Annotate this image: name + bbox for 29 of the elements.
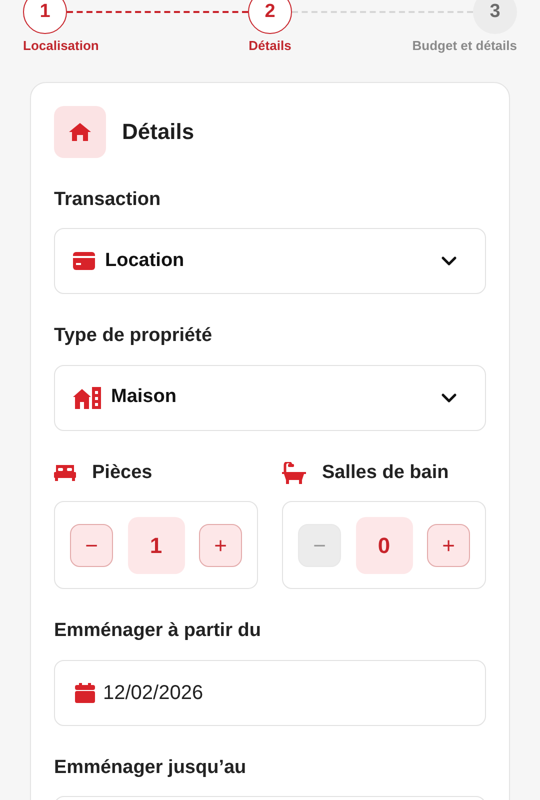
- chevron-down-icon: [441, 392, 457, 402]
- field-label: Emménager jusqu’au: [54, 756, 248, 780]
- counter-value: 0: [356, 516, 412, 574]
- step-circle[interactable]: 1: [23, 0, 67, 34]
- card-icon: [73, 252, 95, 270]
- minus-button[interactable]: −: [70, 524, 113, 566]
- select-field[interactable]: Location: [54, 228, 486, 294]
- field-label: Salles de bain: [322, 460, 449, 484]
- date-field[interactable]: 12/02/2026: [54, 660, 486, 726]
- field-label: Transaction: [54, 188, 162, 212]
- field-label: Emménager à partir du: [54, 619, 262, 643]
- step-label: Localisation: [23, 37, 99, 55]
- select-field[interactable]: Maison: [54, 364, 486, 430]
- calendar-icon: [75, 682, 95, 702]
- plus-button[interactable]: +: [427, 524, 470, 566]
- counter-value: 1: [128, 516, 184, 574]
- field-label: Type de propriété: [54, 324, 214, 348]
- step-circle[interactable]: 2: [248, 0, 292, 34]
- field-label: Pièces: [92, 460, 152, 484]
- bathtub-icon: [282, 462, 306, 484]
- step-label: Détails: [248, 37, 292, 55]
- plus-button[interactable]: +: [199, 524, 242, 566]
- section-title: Détails: [122, 118, 194, 146]
- bed-icon: [54, 464, 76, 481]
- house-icon: [73, 386, 101, 408]
- step-circle[interactable]: 3: [473, 0, 517, 34]
- chevron-down-icon: [441, 256, 457, 266]
- step-label: Budget et détails: [412, 37, 517, 55]
- home-icon: [54, 106, 106, 158]
